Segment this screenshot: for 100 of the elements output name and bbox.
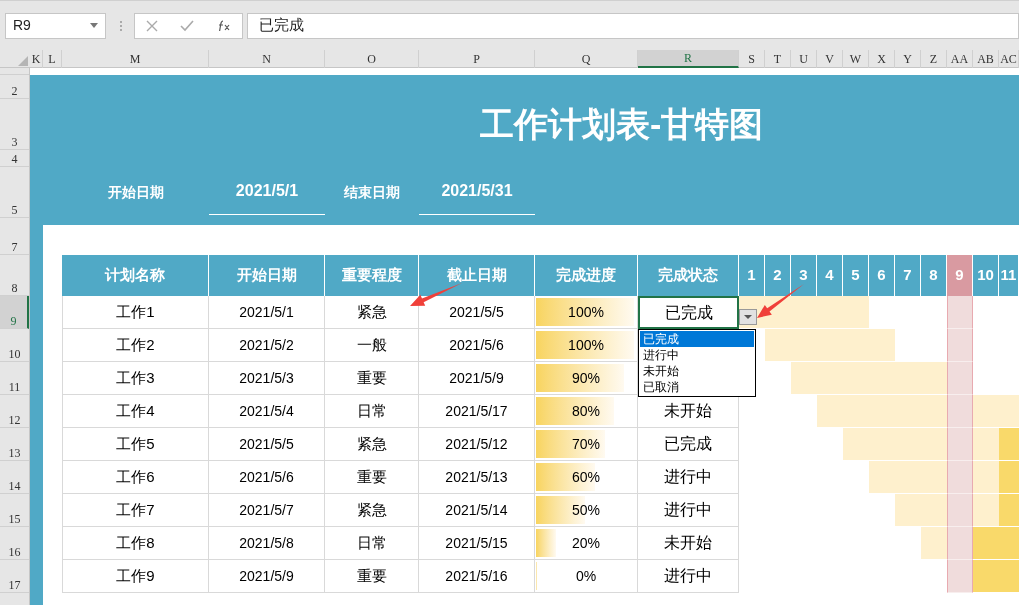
table-cell: 工作6 bbox=[62, 461, 209, 494]
table-cell: 2021/5/4 bbox=[209, 395, 325, 428]
column-heading: 截止日期 bbox=[419, 255, 535, 296]
column-heading: 完成进度 bbox=[535, 255, 638, 296]
row-header[interactable]: 15 bbox=[0, 494, 29, 527]
day-heading: 1 bbox=[739, 255, 765, 296]
row-header[interactable]: 5 bbox=[0, 167, 29, 218]
arrow-icon bbox=[410, 283, 462, 306]
dropdown-option[interactable]: 进行中 bbox=[640, 347, 754, 363]
table-cell: 2021/5/17 bbox=[419, 395, 535, 428]
row-header[interactable]: 13 bbox=[0, 428, 29, 461]
progress-text: 90% bbox=[572, 368, 600, 388]
table-cell: 工作3 bbox=[62, 362, 209, 395]
table-cell: 工作4 bbox=[62, 395, 209, 428]
row-header[interactable]: 14 bbox=[0, 461, 29, 494]
row-header[interactable]: 3 bbox=[0, 99, 29, 150]
table-cell: 工作2 bbox=[62, 329, 209, 362]
column-heading: 计划名称 bbox=[62, 255, 209, 296]
table-cell: 工作7 bbox=[62, 494, 209, 527]
table-cell: 2021/5/13 bbox=[419, 461, 535, 494]
day-heading: 10 bbox=[973, 255, 999, 296]
table-cell: 2021/5/12 bbox=[419, 428, 535, 461]
sheet-title: 工作计划表-甘特图 bbox=[480, 104, 764, 145]
table-cell: 紧急 bbox=[325, 428, 419, 461]
table-cell: 2021/5/3 bbox=[209, 362, 325, 395]
checkmark-icon[interactable] bbox=[180, 19, 195, 32]
highlighted-day-cell bbox=[947, 461, 973, 494]
table-cell: 紧急 bbox=[325, 494, 419, 527]
table-cell: 2021/5/15 bbox=[419, 527, 535, 560]
table-cell: 一般 bbox=[325, 329, 419, 362]
cancel-icon[interactable] bbox=[146, 19, 159, 32]
day-heading: 11 bbox=[999, 255, 1019, 296]
table-cell: 2021/5/9 bbox=[209, 560, 325, 593]
row-header[interactable]: 11 bbox=[0, 362, 29, 395]
table-cell: 重要 bbox=[325, 461, 419, 494]
day-heading: 9 bbox=[947, 255, 973, 296]
day-heading: 5 bbox=[843, 255, 869, 296]
progress-text: 80% bbox=[572, 401, 600, 421]
formula-input[interactable]: 已完成 bbox=[247, 12, 1019, 39]
table-cell: 2021/5/7 bbox=[209, 494, 325, 527]
table-cell: 2021/5/6 bbox=[209, 461, 325, 494]
day-heading: 4 bbox=[817, 255, 843, 296]
period-label: 结束日期 bbox=[343, 183, 401, 202]
day-heading: 3 bbox=[791, 255, 817, 296]
dropdown-option[interactable]: 已完成 bbox=[640, 331, 754, 347]
progress-text: 100% bbox=[568, 302, 604, 322]
table-cell: 工作5 bbox=[62, 428, 209, 461]
row-header[interactable]: 2 bbox=[0, 75, 29, 99]
progress-text: 0% bbox=[575, 566, 597, 586]
table-cell: 2021/5/16 bbox=[419, 560, 535, 593]
day-heading: 7 bbox=[895, 255, 921, 296]
table-cell[interactable]: 已完成 bbox=[638, 296, 739, 329]
function-icon[interactable] bbox=[216, 19, 231, 32]
progress-text: 50% bbox=[572, 500, 600, 520]
column-heading: 开始日期 bbox=[209, 255, 325, 296]
period-value: 2021/5/31 bbox=[441, 180, 513, 201]
table-cell: 2021/5/6 bbox=[419, 329, 535, 362]
column-header[interactable]: R bbox=[638, 50, 739, 68]
highlighted-day-cell bbox=[947, 494, 973, 527]
row-header[interactable]: 12 bbox=[0, 395, 29, 428]
highlighted-day-cell bbox=[947, 296, 973, 329]
period-label: 开始日期 bbox=[106, 183, 165, 202]
table-cell: 工作9 bbox=[62, 560, 209, 593]
name-box[interactable]: R9 bbox=[5, 12, 106, 39]
dropdown-option[interactable]: 未开始 bbox=[640, 363, 754, 379]
progress-text: 60% bbox=[572, 467, 600, 487]
table-cell: 日常 bbox=[325, 395, 419, 428]
highlighted-day-cell bbox=[947, 362, 973, 395]
progress-text: 70% bbox=[572, 434, 600, 454]
table-cell: 2021/5/14 bbox=[419, 494, 535, 527]
row-header[interactable]: 17 bbox=[0, 560, 29, 593]
dropdown-caret-icon[interactable] bbox=[90, 23, 98, 28]
table-cell: 2021/5/8 bbox=[209, 527, 325, 560]
day-heading: 8 bbox=[921, 255, 947, 296]
table-cell: 工作8 bbox=[62, 527, 209, 560]
column-heading: 重要程度 bbox=[325, 255, 419, 296]
table-cell: 重要 bbox=[325, 560, 419, 593]
column-heading: 完成状态 bbox=[638, 255, 739, 296]
highlighted-day-cell bbox=[947, 329, 973, 362]
row-header[interactable]: 10 bbox=[0, 329, 29, 362]
table-cell: 工作1 bbox=[62, 296, 209, 329]
highlighted-day-cell bbox=[947, 428, 973, 461]
dropdown-option[interactable]: 已取消 bbox=[640, 379, 754, 395]
day-heading: 2 bbox=[765, 255, 791, 296]
period-value: 2021/5/1 bbox=[235, 180, 299, 201]
row-header[interactable]: 4 bbox=[0, 150, 29, 167]
table-cell: 2021/5/1 bbox=[209, 296, 325, 329]
table-cell: 2021/5/5 bbox=[209, 428, 325, 461]
table-cell: 2021/5/9 bbox=[419, 362, 535, 395]
dropdown-button[interactable] bbox=[739, 309, 757, 325]
highlighted-day-cell bbox=[947, 527, 973, 560]
day-heading: 6 bbox=[869, 255, 895, 296]
row-header[interactable]: 9 bbox=[0, 296, 29, 329]
arrow-icon bbox=[757, 284, 804, 318]
progress-text: 20% bbox=[572, 533, 600, 553]
row-header[interactable]: 7 bbox=[0, 218, 29, 255]
row-header[interactable]: 16 bbox=[0, 527, 29, 560]
table-cell: 2021/5/2 bbox=[209, 329, 325, 362]
highlighted-day-cell bbox=[947, 560, 973, 593]
progress-text: 100% bbox=[568, 335, 604, 355]
